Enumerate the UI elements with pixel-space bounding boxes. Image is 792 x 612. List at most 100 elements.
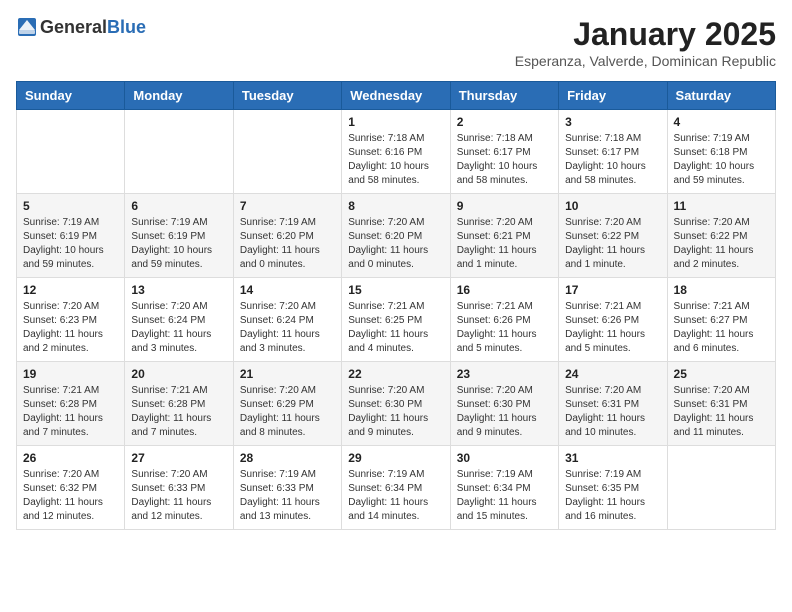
day-info: Sunrise: 7:21 AMSunset: 6:26 PMDaylight:… <box>565 300 660 356</box>
day-info: Sunrise: 7:18 AMSunset: 6:17 PMDaylight:… <box>457 132 552 188</box>
day-number: 22 <box>348 367 443 381</box>
day-number: 24 <box>565 367 660 381</box>
calendar-day-cell <box>17 110 125 194</box>
day-info: Sunrise: 7:21 AMSunset: 6:27 PMDaylight:… <box>674 300 769 356</box>
day-number: 6 <box>131 199 226 213</box>
day-info: Sunrise: 7:19 AMSunset: 6:18 PMDaylight:… <box>674 132 769 188</box>
day-number: 21 <box>240 367 335 381</box>
day-info: Sunrise: 7:19 AMSunset: 6:20 PMDaylight:… <box>240 216 335 272</box>
calendar-day-cell: 21 Sunrise: 7:20 AMSunset: 6:29 PMDayligh… <box>233 362 341 446</box>
logo-icon <box>16 16 38 38</box>
calendar-day-cell: 11Sunrise: 7:20 AMSunset: 6:22 PMDayligh… <box>667 194 775 278</box>
logo-blue-text: Blue <box>107 17 146 38</box>
day-info: Sunrise: 7:20 AMSunset: 6:32 PMDaylight:… <box>23 468 118 524</box>
day-info: Sunrise: 7:19 AMSunset: 6:34 PMDaylight:… <box>457 468 552 524</box>
calendar-day-cell <box>233 110 341 194</box>
calendar-day-cell: 8 Sunrise: 7:20 AMSunset: 6:20 PMDaylight… <box>342 194 450 278</box>
day-info: Sunrise: 7:20 AMSunset: 6:30 PMDaylight:… <box>457 384 552 440</box>
calendar-week-row: 19Sunrise: 7:21 AMSunset: 6:28 PMDayligh… <box>17 362 776 446</box>
calendar-day-header: Monday <box>125 82 233 110</box>
calendar-day-cell: 12 Sunrise: 7:20 AMSunset: 6:23 PMDayligh… <box>17 278 125 362</box>
day-info: Sunrise: 7:20 AMSunset: 6:29 PMDaylight:… <box>240 384 335 440</box>
calendar-day-cell: 3Sunrise: 7:18 AMSunset: 6:17 PMDaylight… <box>559 110 667 194</box>
day-info: Sunrise: 7:19 AMSunset: 6:35 PMDaylight:… <box>565 468 660 524</box>
calendar-day-cell: 7 Sunrise: 7:19 AMSunset: 6:20 PMDaylight… <box>233 194 341 278</box>
day-number: 8 <box>348 199 443 213</box>
calendar-day-cell: 26 Sunrise: 7:20 AMSunset: 6:32 PMDayligh… <box>17 446 125 530</box>
day-info: Sunrise: 7:19 AMSunset: 6:33 PMDaylight:… <box>240 468 335 524</box>
day-number: 7 <box>240 199 335 213</box>
day-number: 27 <box>131 451 226 465</box>
calendar-day-cell: 14 Sunrise: 7:20 AMSunset: 6:24 PMDayligh… <box>233 278 341 362</box>
day-info: Sunrise: 7:21 AMSunset: 6:25 PMDaylight:… <box>348 300 443 356</box>
day-number: 1 <box>348 115 443 129</box>
day-number: 23 <box>457 367 552 381</box>
calendar-day-header: Tuesday <box>233 82 341 110</box>
day-number: 28 <box>240 451 335 465</box>
day-info: Sunrise: 7:20 AMSunset: 6:33 PMDaylight:… <box>131 468 226 524</box>
calendar-day-cell: 13Sunrise: 7:20 AMSunset: 6:24 PMDayligh… <box>125 278 233 362</box>
day-info: Sunrise: 7:20 AMSunset: 6:24 PMDaylight:… <box>240 300 335 356</box>
day-number: 25 <box>674 367 769 381</box>
day-number: 12 <box>23 283 118 297</box>
day-number: 13 <box>131 283 226 297</box>
calendar-day-cell <box>667 446 775 530</box>
calendar-day-cell: 10Sunrise: 7:20 AMSunset: 6:22 PMDayligh… <box>559 194 667 278</box>
day-number: 26 <box>23 451 118 465</box>
location-subtitle: Esperanza, Valverde, Dominican Republic <box>515 53 776 69</box>
calendar-day-header: Thursday <box>450 82 558 110</box>
day-info: Sunrise: 7:20 AMSunset: 6:22 PMDaylight:… <box>674 216 769 272</box>
day-number: 9 <box>457 199 552 213</box>
day-number: 31 <box>565 451 660 465</box>
day-info: Sunrise: 7:20 AMSunset: 6:30 PMDaylight:… <box>348 384 443 440</box>
calendar-day-cell: 16 Sunrise: 7:21 AMSunset: 6:26 PMDayligh… <box>450 278 558 362</box>
calendar-day-header: Friday <box>559 82 667 110</box>
day-info: Sunrise: 7:21 AMSunset: 6:26 PMDaylight:… <box>457 300 552 356</box>
day-number: 18 <box>674 283 769 297</box>
logo: GeneralBlue <box>16 16 146 38</box>
calendar-week-row: 26 Sunrise: 7:20 AMSunset: 6:32 PMDayligh… <box>17 446 776 530</box>
calendar-day-header: Saturday <box>667 82 775 110</box>
day-number: 10 <box>565 199 660 213</box>
calendar-day-cell: 9 Sunrise: 7:20 AMSunset: 6:21 PMDaylight… <box>450 194 558 278</box>
calendar-day-cell: 19Sunrise: 7:21 AMSunset: 6:28 PMDayligh… <box>17 362 125 446</box>
day-number: 16 <box>457 283 552 297</box>
calendar-day-cell: 5 Sunrise: 7:19 AMSunset: 6:19 PMDaylight… <box>17 194 125 278</box>
calendar-day-cell: 15 Sunrise: 7:21 AMSunset: 6:25 PMDayligh… <box>342 278 450 362</box>
day-info: Sunrise: 7:20 AMSunset: 6:20 PMDaylight:… <box>348 216 443 272</box>
day-number: 2 <box>457 115 552 129</box>
calendar-day-cell: 1 Sunrise: 7:18 AMSunset: 6:16 PMDaylight… <box>342 110 450 194</box>
calendar-day-cell: 29Sunrise: 7:19 AMSunset: 6:34 PMDayligh… <box>342 446 450 530</box>
logo-general-text: General <box>40 17 107 38</box>
day-info: Sunrise: 7:20 AMSunset: 6:23 PMDaylight:… <box>23 300 118 356</box>
day-info: Sunrise: 7:20 AMSunset: 6:31 PMDaylight:… <box>565 384 660 440</box>
calendar-day-cell <box>125 110 233 194</box>
day-number: 15 <box>348 283 443 297</box>
calendar-day-cell: 25 Sunrise: 7:20 AMSunset: 6:31 PMDayligh… <box>667 362 775 446</box>
calendar-day-cell: 27 Sunrise: 7:20 AMSunset: 6:33 PMDayligh… <box>125 446 233 530</box>
calendar-day-cell: 23 Sunrise: 7:20 AMSunset: 6:30 PMDayligh… <box>450 362 558 446</box>
month-year-title: January 2025 <box>515 16 776 53</box>
day-info: Sunrise: 7:20 AMSunset: 6:21 PMDaylight:… <box>457 216 552 272</box>
calendar-table: SundayMondayTuesdayWednesdayThursdayFrid… <box>16 81 776 530</box>
calendar-day-cell: 28 Sunrise: 7:19 AMSunset: 6:33 PMDayligh… <box>233 446 341 530</box>
day-number: 14 <box>240 283 335 297</box>
calendar-week-row: 12 Sunrise: 7:20 AMSunset: 6:23 PMDayligh… <box>17 278 776 362</box>
title-section: January 2025 Esperanza, Valverde, Domini… <box>515 16 776 69</box>
calendar-week-row: 5 Sunrise: 7:19 AMSunset: 6:19 PMDaylight… <box>17 194 776 278</box>
day-info: Sunrise: 7:21 AMSunset: 6:28 PMDaylight:… <box>23 384 118 440</box>
day-info: Sunrise: 7:18 AMSunset: 6:16 PMDaylight:… <box>348 132 443 188</box>
page-header: GeneralBlue January 2025 Esperanza, Valv… <box>16 16 776 69</box>
calendar-day-cell: 2 Sunrise: 7:18 AMSunset: 6:17 PMDaylight… <box>450 110 558 194</box>
calendar-day-cell: 6Sunrise: 7:19 AMSunset: 6:19 PMDaylight… <box>125 194 233 278</box>
day-number: 17 <box>565 283 660 297</box>
day-number: 30 <box>457 451 552 465</box>
day-number: 29 <box>348 451 443 465</box>
day-number: 5 <box>23 199 118 213</box>
calendar-day-cell: 17 Sunrise: 7:21 AMSunset: 6:26 PMDayligh… <box>559 278 667 362</box>
day-info: Sunrise: 7:19 AMSunset: 6:19 PMDaylight:… <box>23 216 118 272</box>
day-info: Sunrise: 7:20 AMSunset: 6:31 PMDaylight:… <box>674 384 769 440</box>
calendar-day-cell: 31 Sunrise: 7:19 AMSunset: 6:35 PMDayligh… <box>559 446 667 530</box>
calendar-day-cell: 18 Sunrise: 7:21 AMSunset: 6:27 PMDayligh… <box>667 278 775 362</box>
calendar-day-cell: 20Sunrise: 7:21 AMSunset: 6:28 PMDayligh… <box>125 362 233 446</box>
